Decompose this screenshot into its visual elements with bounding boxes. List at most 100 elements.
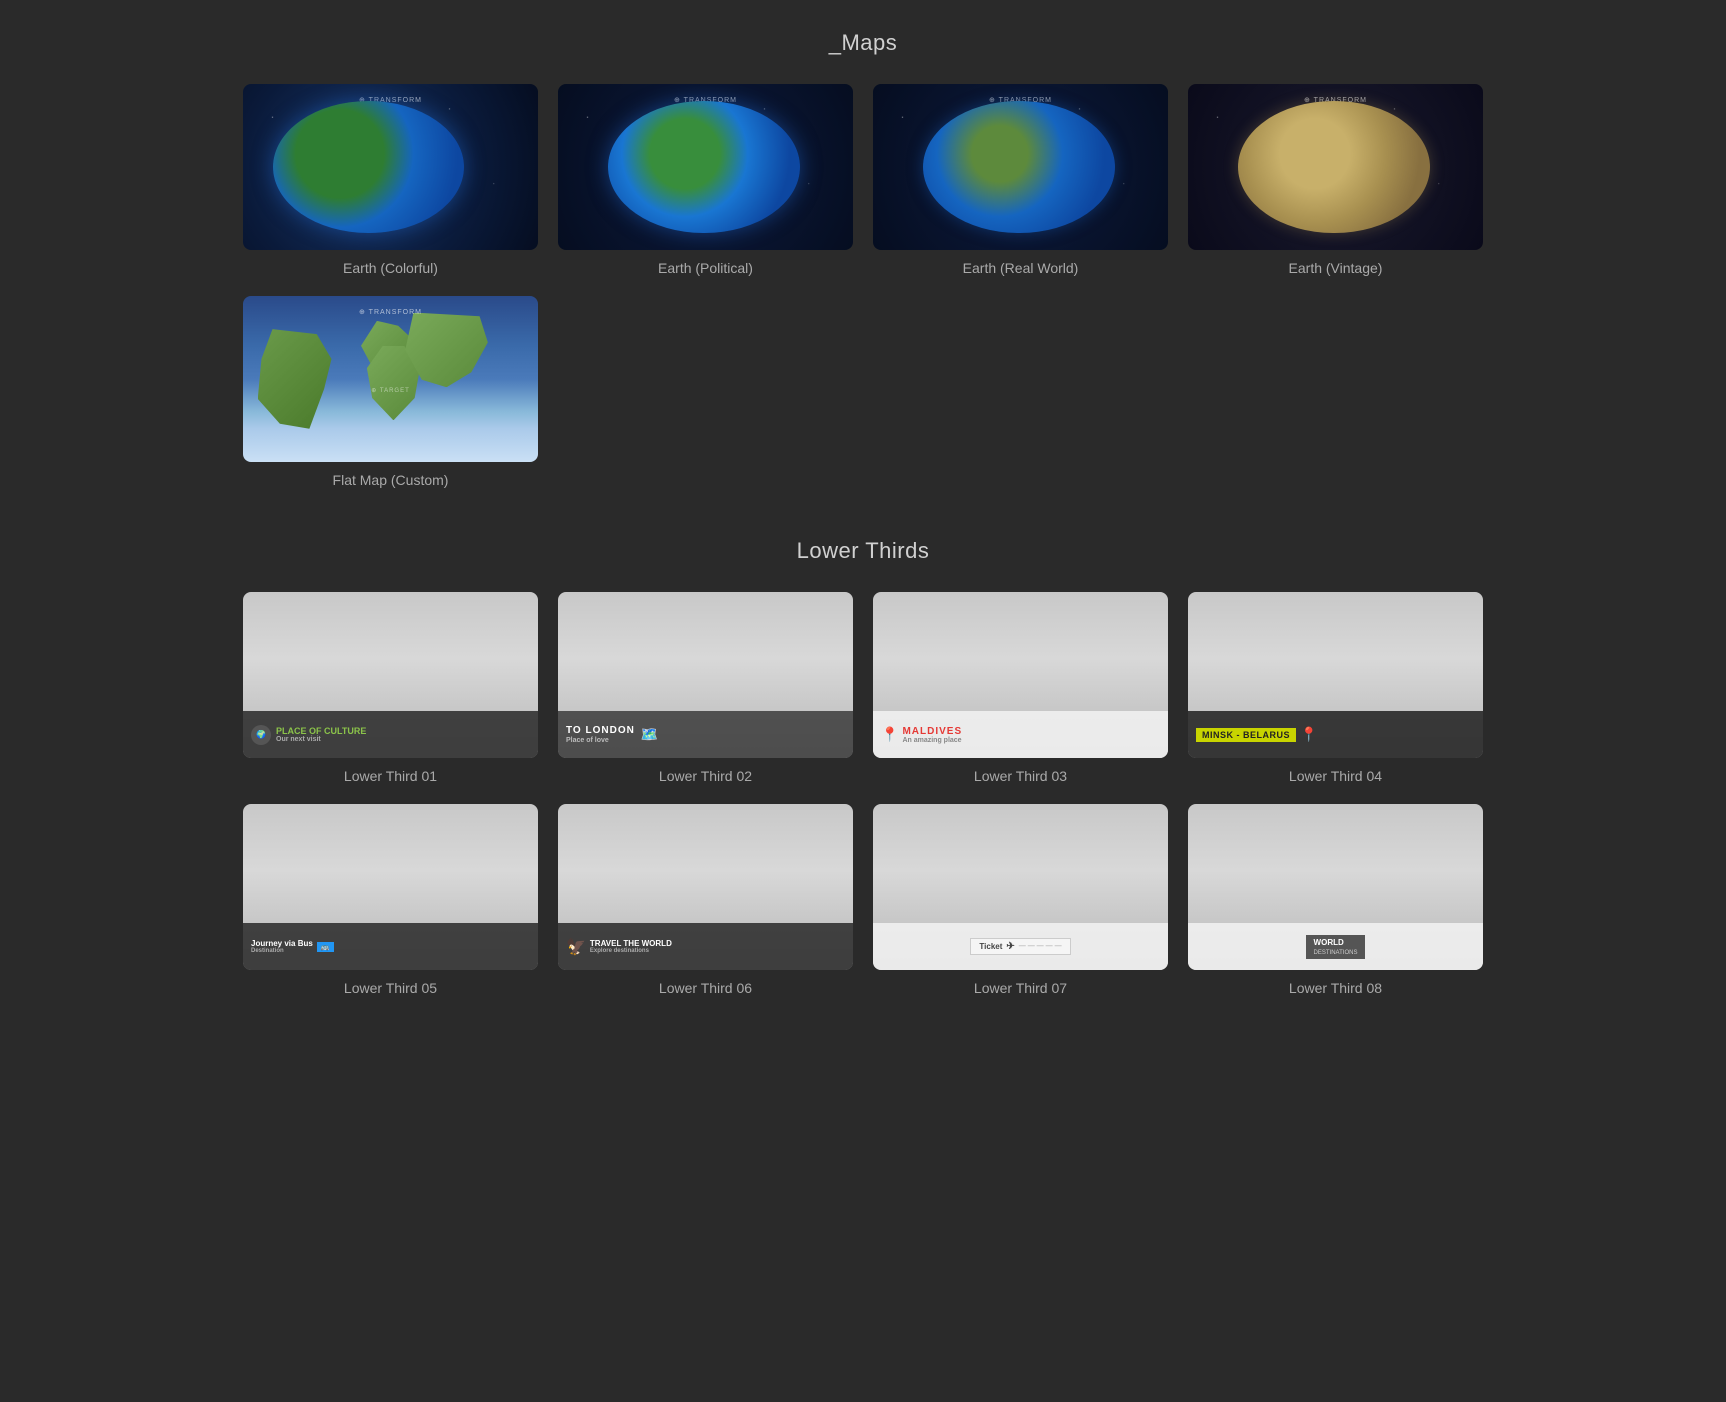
thumbnail-lt-06[interactable]: 🦅 TRAVEL THE WORLD Explore destinations <box>558 804 853 970</box>
lower-thirds-section: Lower Thirds 🌍 PLACE OF CULTURE Our next… <box>20 538 1706 996</box>
lt-world-text-08: WORLD <box>1314 938 1344 947</box>
lt-badge-04: MINSK - BELARUS <box>1196 728 1296 742</box>
americas-land <box>258 329 332 429</box>
lt-title-02: TO LONDON <box>566 725 635 736</box>
lt-title-01: PLACE OF CULTURE <box>276 726 366 736</box>
empty-col-3 <box>873 296 1168 488</box>
lt-bar-04: MINSK - BELARUS 📍 <box>1188 711 1483 757</box>
lt-bar-05: Journey via Bus Destination 🚌 <box>243 923 538 969</box>
lt-bar-02: TO LONDON Place of love 🗺️ <box>558 711 853 757</box>
label-earth-vintage: Earth (Vintage) <box>1289 260 1383 276</box>
lt-ticket-sub-07: — — — — — <box>1019 943 1062 950</box>
maps-section: _Maps ⊕ TRANSFORM ⊕ TARGET Earth (Colorf… <box>20 30 1706 488</box>
maps-section-title: _Maps <box>20 30 1706 56</box>
lt-pin-icon-03: 📍 <box>881 726 898 743</box>
label-earth-political: Earth (Political) <box>658 260 753 276</box>
lt-world-sub-08: DESTINATIONS <box>1314 950 1358 956</box>
thumbnail-earth-realworld[interactable]: ⊕ TRANSFORM ⊕ TARGET <box>873 84 1168 250</box>
grid-item-lt-07: Ticket ✈ — — — — — Lower Third 07 <box>873 804 1168 996</box>
lower-thirds-title: Lower Thirds <box>20 538 1706 564</box>
lt-sub-02: Place of love <box>566 737 635 744</box>
label-earth-realworld: Earth (Real World) <box>963 260 1079 276</box>
label-lt-08: Lower Third 08 <box>1289 980 1382 996</box>
grid-item-earth-realworld: ⊕ TRANSFORM ⊕ TARGET Earth (Real World) <box>873 84 1168 276</box>
label-lt-05: Lower Third 05 <box>344 980 437 996</box>
star-field-political <box>558 84 853 250</box>
star-field-vintage <box>1188 84 1483 250</box>
thumbnail-lt-04[interactable]: MINSK - BELARUS 📍 <box>1188 592 1483 758</box>
thumbnail-lt-03[interactable]: 📍 MALDIVES An amazing place <box>873 592 1168 758</box>
grid-item-earth-vintage: ⊕ TRANSFORM ⊕ TARGET Earth (Vintage) <box>1188 84 1483 276</box>
label-lt-07: Lower Third 07 <box>974 980 1067 996</box>
lt-text-group-01: PLACE OF CULTURE Our next visit <box>276 726 366 743</box>
lt-bar-08: WORLD DESTINATIONS <box>1188 923 1483 969</box>
transform-label-colorful: ⊕ TRANSFORM <box>359 96 422 104</box>
target-label-realworld: ⊕ TARGET <box>1001 175 1039 182</box>
grid-item-flatmap: ⊕ TRANSFORM ⊕ TARGET Flat Map (Custom) <box>243 296 538 488</box>
lt-ticket-label-07: Ticket <box>979 942 1002 951</box>
lt-grid-row1: 🌍 PLACE OF CULTURE Our next visit Lower … <box>243 592 1483 784</box>
lt-title-05: Journey via Bus <box>251 939 313 948</box>
lt-bar-01: 🌍 PLACE OF CULTURE Our next visit <box>243 711 538 757</box>
label-lt-06: Lower Third 06 <box>659 980 752 996</box>
grid-item-lt-01: 🌍 PLACE OF CULTURE Our next visit Lower … <box>243 592 538 784</box>
thumbnail-earth-vintage[interactable]: ⊕ TRANSFORM ⊕ TARGET <box>1188 84 1483 250</box>
thumbnail-flatmap[interactable]: ⊕ TRANSFORM ⊕ TARGET <box>243 296 538 462</box>
lt-bar-07: Ticket ✈ — — — — — <box>873 923 1168 969</box>
thumbnail-lt-08[interactable]: WORLD DESTINATIONS <box>1188 804 1483 970</box>
label-lt-02: Lower Third 02 <box>659 768 752 784</box>
grid-item-earth-political: ⊕ TRANSFORM ⊕ TARGET Earth (Political) <box>558 84 853 276</box>
lt-bus-icon-05: 🚌 <box>317 942 334 952</box>
empty-col-4 <box>1188 296 1483 488</box>
grid-item-lt-02: TO LONDON Place of love 🗺️ Lower Third 0… <box>558 592 853 784</box>
star-field <box>243 84 538 250</box>
lt-ticket-07: Ticket ✈ — — — — — <box>970 938 1070 955</box>
empty-col-2 <box>558 296 853 488</box>
lt-sub-03: An amazing place <box>902 737 962 744</box>
thumbnail-lt-07[interactable]: Ticket ✈ — — — — — <box>873 804 1168 970</box>
transform-label-political: ⊕ TRANSFORM <box>674 96 737 104</box>
label-lt-04: Lower Third 04 <box>1289 768 1382 784</box>
grid-item-lt-08: WORLD DESTINATIONS Lower Third 08 <box>1188 804 1483 996</box>
label-earth-colorful: Earth (Colorful) <box>343 260 438 276</box>
target-label-flatmap: ⊕ TARGET <box>371 387 409 394</box>
lt-text-group-06: TRAVEL THE WORLD Explore destinations <box>590 939 672 954</box>
maps-grid-row2: ⊕ TRANSFORM ⊕ TARGET Flat Map (Custom) <box>243 296 1483 488</box>
target-label-vintage: ⊕ TARGET <box>1316 175 1354 182</box>
transform-label-realworld: ⊕ TRANSFORM <box>989 96 1052 104</box>
lt-ticket-icon-07: ✈ <box>1006 941 1014 952</box>
thumbnail-earth-colorful[interactable]: ⊕ TRANSFORM ⊕ TARGET <box>243 84 538 250</box>
lt-grid-row2: Journey via Bus Destination 🚌 Lower Thir… <box>243 804 1483 996</box>
label-lt-03: Lower Third 03 <box>974 768 1067 784</box>
lt-bar-06: 🦅 TRAVEL THE WORLD Explore destinations <box>558 923 853 969</box>
thumbnail-lt-01[interactable]: 🌍 PLACE OF CULTURE Our next visit <box>243 592 538 758</box>
thumbnail-lt-02[interactable]: TO LONDON Place of love 🗺️ <box>558 592 853 758</box>
lt-bird-icon-06: 🦅 <box>566 937 586 957</box>
lt-title-03: MALDIVES <box>902 726 962 737</box>
label-flatmap: Flat Map (Custom) <box>333 472 449 488</box>
lt-text-group-05: Journey via Bus Destination <box>251 939 313 954</box>
maps-grid-row1: ⊕ TRANSFORM ⊕ TARGET Earth (Colorful) ⊕ … <box>243 84 1483 276</box>
thumbnail-earth-political[interactable]: ⊕ TRANSFORM ⊕ TARGET <box>558 84 853 250</box>
lt-sub-05: Destination <box>251 948 313 954</box>
grid-item-earth-colorful: ⊕ TRANSFORM ⊕ TARGET Earth (Colorful) <box>243 84 538 276</box>
grid-item-lt-05: Journey via Bus Destination 🚌 Lower Thir… <box>243 804 538 996</box>
grid-item-lt-06: 🦅 TRAVEL THE WORLD Explore destinations … <box>558 804 853 996</box>
lt-title-06: TRAVEL THE WORLD <box>590 939 672 948</box>
lt-pin-icon-04: 📍 <box>1300 726 1317 743</box>
grid-item-lt-04: MINSK - BELARUS 📍 Lower Third 04 <box>1188 592 1483 784</box>
transform-label-vintage: ⊕ TRANSFORM <box>1304 96 1367 104</box>
target-label-colorful: ⊕ TARGET <box>371 175 409 182</box>
label-lt-01: Lower Third 01 <box>344 768 437 784</box>
lt-map-icon-02: 🗺️ <box>641 726 658 743</box>
thumbnail-lt-05[interactable]: Journey via Bus Destination 🚌 <box>243 804 538 970</box>
lt-text-group-02: TO LONDON Place of love <box>566 725 635 744</box>
grid-item-lt-03: 📍 MALDIVES An amazing place Lower Third … <box>873 592 1168 784</box>
star-field-realworld <box>873 84 1168 250</box>
lt-bar-03: 📍 MALDIVES An amazing place <box>873 711 1168 757</box>
target-label-political: ⊕ TARGET <box>686 175 724 182</box>
transform-label-flatmap: ⊕ TRANSFORM <box>359 308 422 316</box>
lt-text-group-03: MALDIVES An amazing place <box>902 726 962 744</box>
lt-sub-01: Our next visit <box>276 736 366 743</box>
lt-sub-06: Explore destinations <box>590 948 672 954</box>
